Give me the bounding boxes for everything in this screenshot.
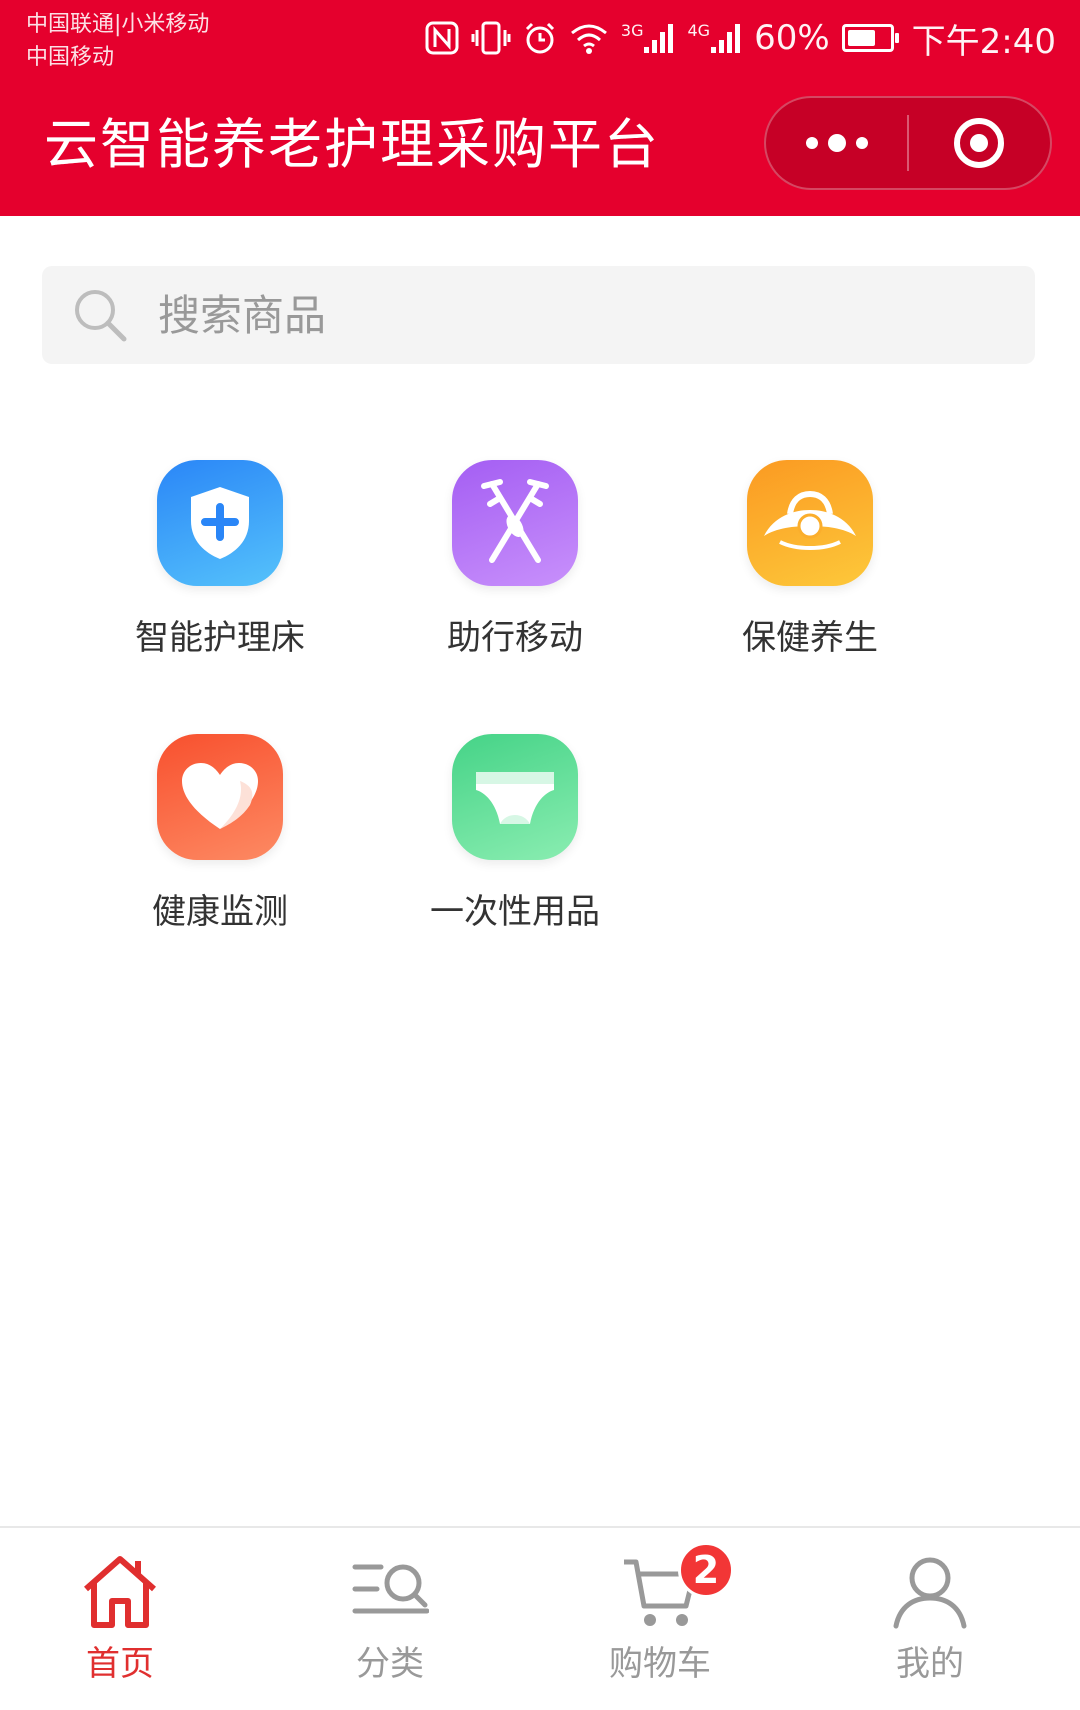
tab-label: 购物车 <box>609 1644 711 1684</box>
more-dots-icon <box>805 134 868 152</box>
signal-3g-icon: 3G <box>621 21 676 55</box>
heart-icon <box>157 734 283 860</box>
shield-plus-icon <box>157 460 283 586</box>
status-time: 下午2:40 <box>911 21 1056 62</box>
category-label: 保健养生 <box>742 618 878 658</box>
network-4g-label: 4G <box>687 21 711 40</box>
category-icon <box>348 1550 432 1634</box>
carrier-line-2: 中国移动 <box>26 45 115 70</box>
battery-icon <box>841 24 899 52</box>
category-disposables[interactable]: 一次性用品 <box>405 734 625 933</box>
carrier-line-1: 中国联通|小米移动 <box>26 12 210 37</box>
nfc-icon <box>425 21 459 55</box>
cart-count-badge: 2 <box>678 1542 734 1598</box>
signal-4g-icon: 4G <box>687 21 742 55</box>
diaper-icon <box>452 734 578 860</box>
category-smart-nursing-bed[interactable]: 智能护理床 <box>110 460 330 659</box>
tab-label: 首页 <box>86 1644 154 1684</box>
status-icons: 3G 4G 60% 下午2:40 <box>425 14 1056 62</box>
category-label: 一次性用品 <box>430 892 600 932</box>
home-icon <box>78 1550 162 1634</box>
vibrate-icon <box>471 21 511 55</box>
crutches-icon <box>452 460 578 586</box>
tab-label: 分类 <box>356 1644 424 1684</box>
category-health-wellness[interactable]: 保健养生 <box>700 460 920 659</box>
search-bar[interactable] <box>42 266 1035 364</box>
user-icon <box>888 1550 972 1634</box>
tab-cart[interactable]: 2 购物车 <box>570 1542 750 1685</box>
tab-category[interactable]: 分类 <box>300 1550 480 1685</box>
category-label: 智能护理床 <box>135 618 305 658</box>
search-icon <box>70 285 130 345</box>
wellness-icon <box>747 460 873 586</box>
network-3g-label: 3G <box>620 21 644 40</box>
wifi-icon <box>569 21 609 55</box>
alarm-icon <box>523 21 557 55</box>
tab-profile[interactable]: 我的 <box>840 1550 1020 1685</box>
battery-percent: 60% <box>754 18 830 58</box>
page-title: 云智能养老护理采购平台 <box>44 113 660 176</box>
tab-home[interactable]: 首页 <box>30 1550 210 1685</box>
more-button[interactable] <box>766 98 907 188</box>
page: 中国联通|小米移动 中国移动 3G 4G 60% 下午2:40 云智能养老护理采… <box>0 0 1080 1710</box>
tab-bar: 首页 分类 2 购物车 我的 <box>0 1526 1080 1710</box>
category-label: 健康监测 <box>152 892 288 932</box>
category-mobility-aid[interactable]: 助行移动 <box>405 460 625 659</box>
close-miniprogram-button[interactable] <box>909 98 1050 188</box>
target-circle-icon <box>954 118 1005 168</box>
category-health-monitoring[interactable]: 健康监测 <box>110 734 330 933</box>
tab-label: 我的 <box>896 1644 964 1684</box>
search-input[interactable] <box>158 290 958 340</box>
category-label: 助行移动 <box>447 618 583 658</box>
miniprogram-capsule <box>764 96 1052 190</box>
carrier-info: 中国联通|小米移动 中国移动 <box>26 8 209 74</box>
header: 中国联通|小米移动 中国移动 3G 4G 60% 下午2:40 云智能养老护理采… <box>0 0 1080 216</box>
